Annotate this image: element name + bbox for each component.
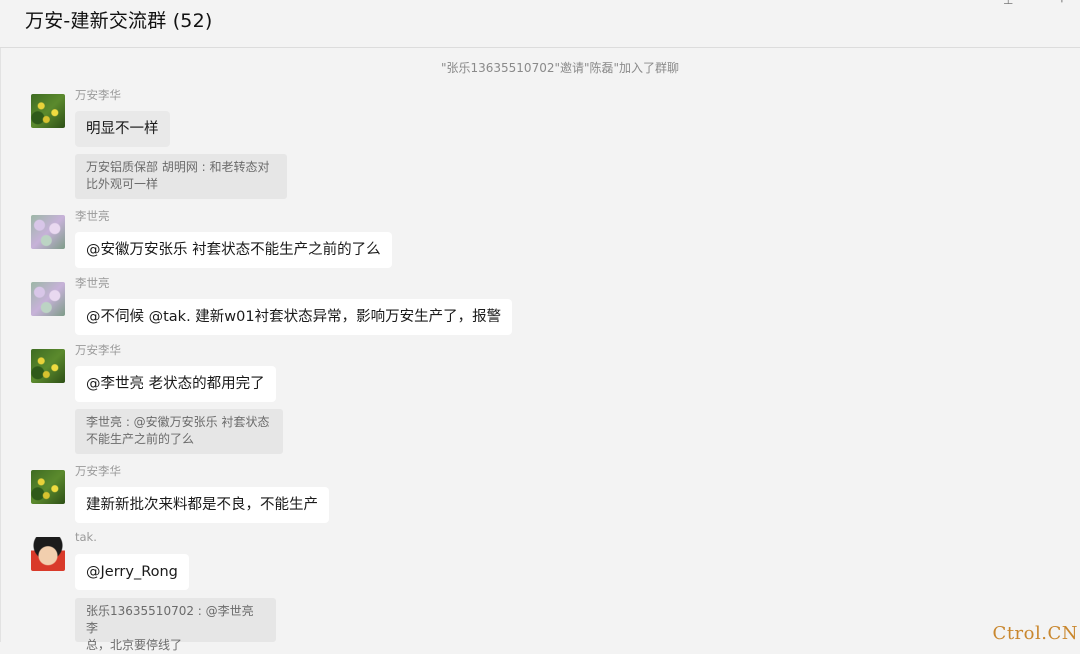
popout-icon[interactable]: ⌐	[1060, 0, 1070, 6]
quoted-message[interactable]: 李世亮 : @安徽万安张乐 衬套状态 不能生产之前的了么	[75, 409, 283, 454]
sender-name: 李世亮	[75, 209, 110, 223]
chat-header: 万安-建新交流群 (52) ⊥ ⌐	[0, 0, 1080, 48]
quoted-message[interactable]: 张乐13635510702 : @李世亮 李 总，北京要停线了	[75, 598, 276, 652]
avatar[interactable]	[31, 215, 65, 249]
message-bubble[interactable]: @李世亮 老状态的都用完了	[75, 366, 276, 402]
message-bubble[interactable]: @安徽万安张乐 衬套状态不能生产之前的了么	[75, 232, 392, 268]
avatar[interactable]	[31, 282, 65, 316]
message-bubble[interactable]: @Jerry_Rong	[75, 554, 189, 590]
avatar[interactable]	[31, 349, 65, 383]
window-edge	[0, 0, 1, 642]
message-bubble[interactable]: @不伺候 @tak. 建新w01衬套状态异常，影响万安生产了，报警	[75, 299, 513, 335]
message-bubble[interactable]: 明显不一样	[75, 111, 170, 147]
sender-name: 李世亮	[75, 276, 110, 290]
quoted-message[interactable]: 万安铝质保部 胡明网 : 和老转态对 比外观可一样	[75, 154, 287, 199]
avatar[interactable]	[31, 537, 65, 571]
message-bubble[interactable]: 建新新批次来料都是不良，不能生产	[75, 487, 329, 523]
pin-icon[interactable]: ⊥	[1003, 0, 1013, 6]
sender-name: 万安李华	[75, 343, 121, 357]
chat-title: 万安-建新交流群 (52)	[25, 10, 213, 32]
avatar[interactable]	[31, 94, 65, 128]
sender-name: 万安李华	[75, 464, 121, 478]
watermark: Ctrol.CN	[992, 623, 1078, 644]
system-message: "张乐13635510702"邀请"陈磊"加入了群聊	[440, 61, 680, 75]
sender-name: 万安李华	[75, 88, 121, 102]
avatar[interactable]	[31, 470, 65, 504]
sender-name: tak.	[75, 530, 97, 544]
